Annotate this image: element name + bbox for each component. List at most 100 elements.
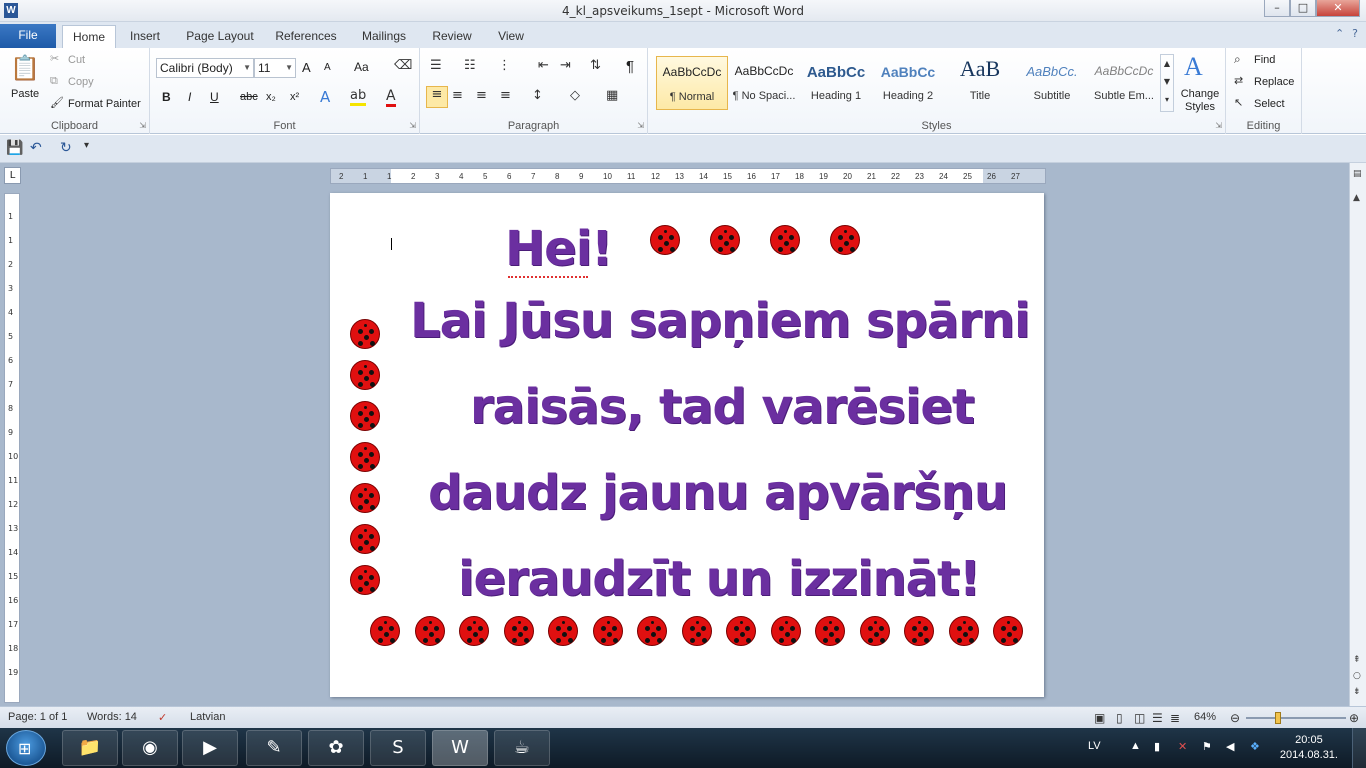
java-taskbar-icon[interactable]: ☕ — [494, 730, 550, 766]
style-subtle-emphasis[interactable]: AaBbCcDc Subtle Em... — [1088, 56, 1160, 110]
sort-icon[interactable]: ⇅ — [590, 58, 601, 73]
line-spacing-icon[interactable]: ↕ — [532, 88, 543, 103]
bold-button[interactable]: B — [162, 90, 171, 104]
style-heading-2[interactable]: AaBbCc Heading 2 — [872, 56, 944, 110]
view-web-layout-icon[interactable]: ◫ — [1134, 711, 1145, 725]
paste-button[interactable]: Paste — [11, 88, 39, 100]
vertical-scrollbar[interactable]: ▤ ▲ ⇞ ○ ⇟ — [1349, 163, 1366, 706]
show-marks-button[interactable]: ¶ — [626, 58, 634, 75]
customize-qat-icon[interactable]: ▾ — [84, 140, 89, 151]
font-size-combo[interactable]: 11 ▼ — [254, 58, 296, 78]
strikethrough-button[interactable]: abc — [240, 91, 258, 103]
minimize-button[interactable]: – — [1264, 0, 1290, 17]
zoom-slider-thumb[interactable] — [1275, 712, 1281, 724]
paint-taskbar-icon[interactable]: ✎ — [246, 730, 302, 766]
bullets-icon[interactable]: ☰ — [430, 58, 442, 73]
cut-button[interactable]: Cut — [68, 54, 85, 66]
style-subtitle[interactable]: AaBbCc. Subtitle — [1016, 56, 1088, 110]
styles-launcher-icon[interactable]: ⇲ — [1215, 121, 1222, 130]
chrome-taskbar-icon[interactable]: ◉ — [122, 730, 178, 766]
paste-icon[interactable]: 📋 — [10, 54, 40, 86]
replace-button[interactable]: Replace — [1254, 76, 1294, 88]
style-normal[interactable]: AaBbCcDc ¶ Normal — [656, 56, 728, 110]
tab-mailings[interactable]: Mailings — [354, 25, 414, 48]
picasa-taskbar-icon[interactable]: ✿ — [308, 730, 364, 766]
tab-file[interactable]: File — [0, 24, 56, 48]
tab-page-layout[interactable]: Page Layout — [180, 25, 260, 48]
clipboard-launcher-icon[interactable]: ⇲ — [139, 121, 146, 130]
show-desktop-button[interactable] — [1352, 728, 1366, 768]
previous-page-icon[interactable]: ⇞ — [1353, 655, 1361, 665]
dropbox-icon[interactable]: ❖ — [1250, 740, 1260, 753]
maximize-button[interactable]: □ — [1290, 0, 1316, 17]
keyboard-language[interactable]: LV — [1088, 740, 1101, 752]
tab-home[interactable]: Home — [62, 25, 116, 48]
word-taskbar-icon[interactable]: W — [432, 730, 488, 766]
tray-expand-icon[interactable]: ▲ — [1130, 740, 1141, 752]
tab-selector-icon[interactable]: L — [4, 167, 21, 184]
action-center-icon[interactable]: ⚑ — [1202, 740, 1212, 753]
style-no-spacing[interactable]: AaBbCcDc ¶ No Spaci... — [728, 56, 800, 110]
zoom-in-icon[interactable]: ⊕ — [1349, 711, 1359, 725]
tab-view[interactable]: View — [490, 25, 532, 48]
minimize-ribbon-icon[interactable]: ⌃ — [1335, 27, 1344, 40]
increase-indent-icon[interactable]: ⇥ — [560, 58, 571, 73]
view-full-screen-icon[interactable]: ▯ — [1116, 711, 1123, 725]
font-launcher-icon[interactable]: ⇲ — [409, 121, 416, 130]
multilevel-list-icon[interactable]: ⋮ — [498, 58, 511, 73]
view-draft-icon[interactable]: ≣ — [1170, 711, 1180, 725]
explorer-taskbar-icon[interactable]: 📁 — [62, 730, 118, 766]
undo-icon[interactable]: ↶ — [30, 140, 42, 156]
font-name-combo[interactable]: Calibri (Body) ▼ — [156, 58, 254, 78]
ruler-toggle-icon[interactable]: ▤ — [1353, 169, 1362, 179]
justify-icon[interactable]: ≡ — [500, 88, 511, 103]
grow-font-button[interactable]: A — [302, 60, 311, 75]
proofing-icon[interactable]: ✓ — [158, 711, 167, 724]
style-title[interactable]: AaB Title — [944, 56, 1016, 110]
redo-icon[interactable]: ↻ — [60, 140, 72, 156]
align-left-icon[interactable]: ≡ — [426, 86, 448, 108]
text-effects-icon[interactable]: A — [320, 88, 330, 106]
change-styles-button[interactable]: Change Styles — [1178, 88, 1222, 114]
decrease-indent-icon[interactable]: ⇤ — [538, 58, 549, 73]
word-count[interactable]: Words: 14 — [87, 711, 137, 723]
italic-button[interactable]: I — [188, 90, 191, 104]
media-player-taskbar-icon[interactable]: ▶ — [182, 730, 238, 766]
view-outline-icon[interactable]: ☰ — [1152, 711, 1163, 725]
page-count[interactable]: Page: 1 of 1 — [8, 711, 67, 723]
clear-formatting-icon[interactable]: ⌫ — [394, 58, 412, 73]
tab-insert[interactable]: Insert — [122, 25, 168, 48]
tab-references[interactable]: References — [270, 25, 342, 48]
battery-warning-icon[interactable]: ✕ — [1178, 740, 1187, 753]
subscript-button[interactable]: x₂ — [266, 91, 276, 103]
shrink-font-button[interactable]: A — [324, 62, 331, 73]
volume-icon[interactable]: ◀ — [1226, 740, 1234, 753]
tab-review[interactable]: Review — [424, 25, 480, 48]
system-clock[interactable]: 20:05 2014.08.31. — [1280, 733, 1338, 763]
browse-object-icon[interactable]: ○ — [1353, 671, 1361, 681]
find-button[interactable]: Find — [1254, 54, 1275, 66]
format-painter-button[interactable]: Format Painter — [68, 98, 141, 110]
select-button[interactable]: Select — [1254, 98, 1285, 110]
network-icon[interactable]: ▮ — [1154, 740, 1160, 753]
underline-button[interactable]: U — [210, 90, 219, 104]
skype-taskbar-icon[interactable]: S — [370, 730, 426, 766]
view-print-layout-icon[interactable]: ▣ — [1094, 711, 1105, 725]
numbering-icon[interactable]: ☷ — [464, 58, 476, 73]
scroll-up-icon[interactable]: ▲ — [1353, 193, 1360, 203]
close-button[interactable]: ✕ — [1316, 0, 1360, 17]
change-case-button[interactable]: Aa — [354, 60, 369, 74]
save-icon[interactable]: 💾 — [6, 140, 23, 156]
align-right-icon[interactable]: ≡ — [476, 88, 487, 103]
zoom-out-icon[interactable]: ⊖ — [1230, 711, 1240, 725]
borders-icon[interactable]: ▦ — [606, 88, 618, 103]
font-color-icon[interactable]: A — [386, 88, 396, 107]
help-icon[interactable]: ? — [1352, 27, 1358, 40]
zoom-slider[interactable] — [1246, 717, 1346, 719]
language-indicator[interactable]: Latvian — [190, 711, 225, 723]
zoom-level[interactable]: 64% — [1194, 711, 1216, 723]
paragraph-launcher-icon[interactable]: ⇲ — [637, 121, 644, 130]
vertical-ruler[interactable]: 1 1 2 3 4 5 6 7 8 9 10 11 12 13 14 15 16 17 18 19 — [4, 193, 20, 703]
superscript-button[interactable]: x² — [290, 91, 299, 103]
align-center-icon[interactable]: ≡ — [452, 88, 463, 103]
